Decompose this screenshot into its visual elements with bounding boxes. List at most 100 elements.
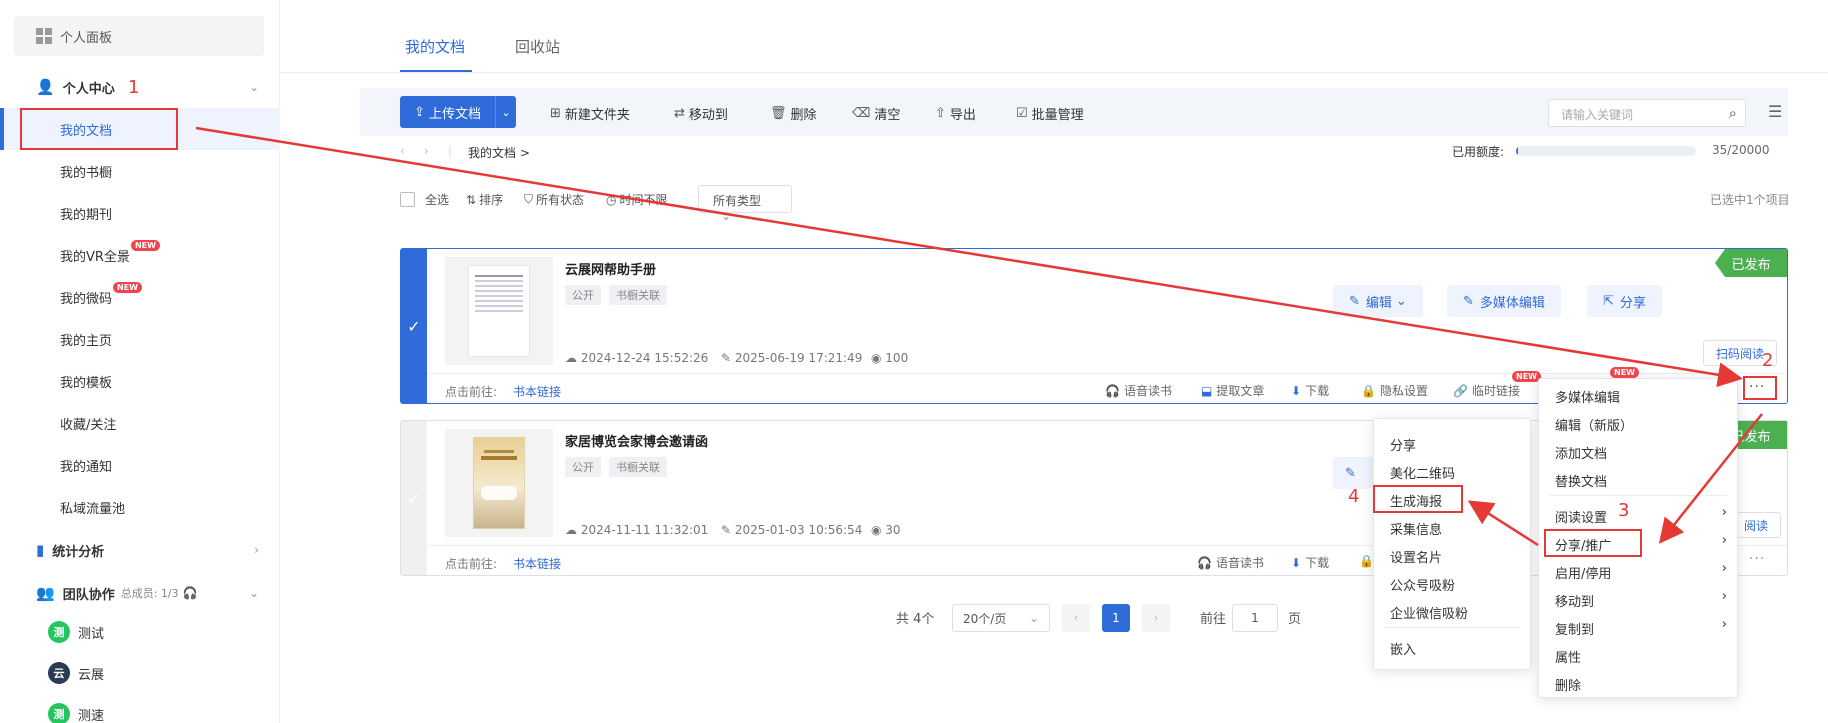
page-1-button[interactable]: 1	[1102, 604, 1130, 632]
stats-header[interactable]: ▮ 统计分析	[36, 538, 104, 562]
new-folder-button[interactable]: ⊞ 新建文件夹	[550, 104, 630, 123]
menu-item-replace-doc[interactable]: 替换文档	[1555, 471, 1607, 490]
menu-item-business-card[interactable]: 设置名片	[1390, 547, 1442, 566]
tabs-divider	[280, 72, 1828, 73]
media-edit-button[interactable]: ✎ 多媒体编辑	[1447, 285, 1561, 317]
team-header[interactable]: 👥 团队协作 总成员: 1/3 🎧	[36, 581, 198, 605]
privacy-settings-button[interactable]: 🔒 隐私设置	[1361, 382, 1428, 399]
sidebar-item-homepage[interactable]: 我的主页	[60, 330, 112, 349]
menu-item-properties[interactable]: 属性	[1555, 647, 1581, 666]
time-filter[interactable]: ◷ 时间不限	[606, 191, 668, 208]
menu-item-beautify-qr[interactable]: 美化二维码	[1390, 463, 1455, 482]
status-filter[interactable]: ⛉ 所有状态	[524, 191, 584, 208]
personal-panel-label: 个人面板	[60, 30, 113, 46]
personal-center-header[interactable]: 👤 个人中心	[36, 75, 115, 99]
book-link[interactable]: 书本链接	[513, 383, 561, 400]
extract-article-button[interactable]: ⬓ 提取文章	[1201, 382, 1264, 399]
edit-button[interactable]: ✎	[1333, 457, 1373, 489]
menu-item-wecom-fans[interactable]: 企业微信吸粉	[1390, 603, 1468, 622]
next-page-button[interactable]: ›	[1142, 604, 1170, 632]
download-button[interactable]: ⬇ 下载	[1291, 382, 1329, 399]
sidebar-item-journals[interactable]: 我的期刊	[60, 204, 112, 223]
chevron-right-icon: ›	[1721, 561, 1727, 576]
breadcrumb[interactable]: 我的文档 >	[468, 144, 530, 161]
menu-item-enable-disable[interactable]: 启用/停用	[1555, 563, 1611, 582]
search-input[interactable]: 请输入关键词 ⌕	[1548, 99, 1746, 127]
prev-page-button[interactable]: ‹	[1062, 604, 1090, 632]
select-all-checkbox[interactable]: 全选	[400, 191, 449, 208]
card-checkbox[interactable]: ✓	[401, 421, 427, 575]
voice-read-button[interactable]: 🎧 语音读书	[1105, 382, 1172, 399]
delete-button[interactable]: 🗑 删除	[770, 104, 817, 123]
document-title[interactable]: 家居博览会家博会邀请函	[565, 431, 708, 450]
document-thumbnail[interactable]	[445, 429, 553, 537]
document-title[interactable]: 云展网帮助手册	[565, 259, 656, 278]
headset-icon[interactable]: 🎧	[183, 586, 198, 600]
menu-item-share[interactable]: 分享	[1390, 435, 1416, 454]
book-link[interactable]: 书本链接	[513, 555, 561, 572]
export-button[interactable]: ⇧ 导出	[935, 104, 976, 123]
card-divider	[427, 373, 1787, 374]
forward-arrow-icon[interactable]: ›	[424, 144, 429, 158]
menu-item-copy-to[interactable]: 复制到	[1555, 619, 1594, 638]
sidebar-item-templates[interactable]: 我的模板	[60, 372, 112, 391]
media-edit-icon: ✎	[1463, 293, 1474, 309]
batch-manage-button[interactable]: ☑ 批量管理	[1016, 104, 1084, 123]
list-view-icon[interactable]: ☰	[1768, 102, 1782, 121]
menu-item-read-settings[interactable]: 阅读设置	[1555, 507, 1607, 526]
team-item[interactable]: 测 测速	[48, 703, 104, 723]
type-select[interactable]: 所有类型⌄	[698, 185, 792, 223]
chevron-right-icon: ›	[1721, 617, 1727, 632]
team-icon: 👥	[36, 584, 55, 602]
doc-page-icon	[468, 265, 530, 357]
more-options-icon[interactable]: ···	[1749, 551, 1765, 567]
sidebar-item-vr[interactable]: 我的VR全景NEW	[60, 240, 160, 265]
search-icon[interactable]: ⌕	[1729, 104, 1737, 122]
page-size-select[interactable]: 20个/页 ⌄	[952, 604, 1050, 632]
search-placeholder: 请输入关键词	[1561, 108, 1634, 122]
card-checkbox[interactable]: ✓	[401, 249, 427, 403]
temp-link-button[interactable]: 🔗 临时链接	[1453, 382, 1520, 399]
sidebar-item-private-traffic[interactable]: 私域流量池	[60, 498, 125, 517]
menu-item-move-to[interactable]: 移动到	[1555, 591, 1594, 610]
document-thumbnail[interactable]	[445, 257, 553, 365]
lock-icon: 🔒	[1361, 383, 1376, 398]
sidebar-item-notifications[interactable]: 我的通知	[60, 456, 112, 475]
menu-item-edit-new[interactable]: 编辑（新版）	[1555, 415, 1633, 434]
move-to-button[interactable]: ⇄ 移动到	[674, 104, 728, 123]
tab-my-docs[interactable]: 我的文档	[405, 36, 465, 57]
back-arrow-icon[interactable]: ‹	[400, 144, 405, 158]
chevron-down-icon[interactable]: ⌄	[496, 106, 516, 119]
menu-item-embed[interactable]: 嵌入	[1390, 639, 1416, 658]
chevron-down-icon[interactable]: ⌄	[249, 80, 259, 94]
menu-item-add-doc[interactable]: 添加文档	[1555, 443, 1607, 462]
scan-read-button[interactable]: 阅读	[1731, 512, 1782, 538]
eraser-icon: ⌫	[852, 106, 871, 121]
annotation-box	[1544, 529, 1642, 557]
tab-recycle-bin[interactable]: 回收站	[515, 36, 560, 57]
sidebar-item-microcode[interactable]: 我的微码NEW	[60, 282, 142, 307]
sidebar-item-favorites[interactable]: 收藏/关注	[60, 414, 116, 433]
goto-page-input[interactable]: 1	[1232, 604, 1278, 632]
chevron-right-icon: ›	[1721, 505, 1727, 520]
upload-button[interactable]: ⇪ 上传文档 ⌄	[400, 96, 516, 128]
updated-time: ✎ 2025-01-03 10:56:54	[721, 523, 863, 537]
chevron-right-icon[interactable]: ›	[254, 543, 259, 557]
check-icon: ✓	[407, 316, 421, 336]
share-button[interactable]: ⇱ 分享	[1587, 285, 1662, 317]
checkbox[interactable]	[400, 192, 415, 207]
edit-button[interactable]: ✎ 编辑 ⌄	[1333, 285, 1423, 317]
sort-button[interactable]: ⇅ 排序	[466, 191, 503, 208]
personal-panel-button[interactable]: 个人面板	[14, 16, 264, 56]
menu-item-wechat-fans[interactable]: 公众号吸粉	[1390, 575, 1455, 594]
menu-item-collect-info[interactable]: 采集信息	[1390, 519, 1442, 538]
voice-read-button[interactable]: 🎧 语音读书	[1197, 554, 1264, 571]
menu-item-delete[interactable]: 删除	[1555, 675, 1581, 694]
team-item[interactable]: 测 测试	[48, 621, 104, 643]
clear-button[interactable]: ⌫ 清空	[852, 104, 900, 123]
sidebar-item-bookshelf[interactable]: 我的书橱	[60, 162, 112, 181]
menu-item-media-edit[interactable]: 多媒体编辑	[1555, 387, 1620, 406]
download-button[interactable]: ⬇ 下载	[1291, 554, 1329, 571]
chevron-down-icon[interactable]: ⌄	[249, 586, 259, 600]
team-item[interactable]: 云 云展	[48, 662, 104, 684]
